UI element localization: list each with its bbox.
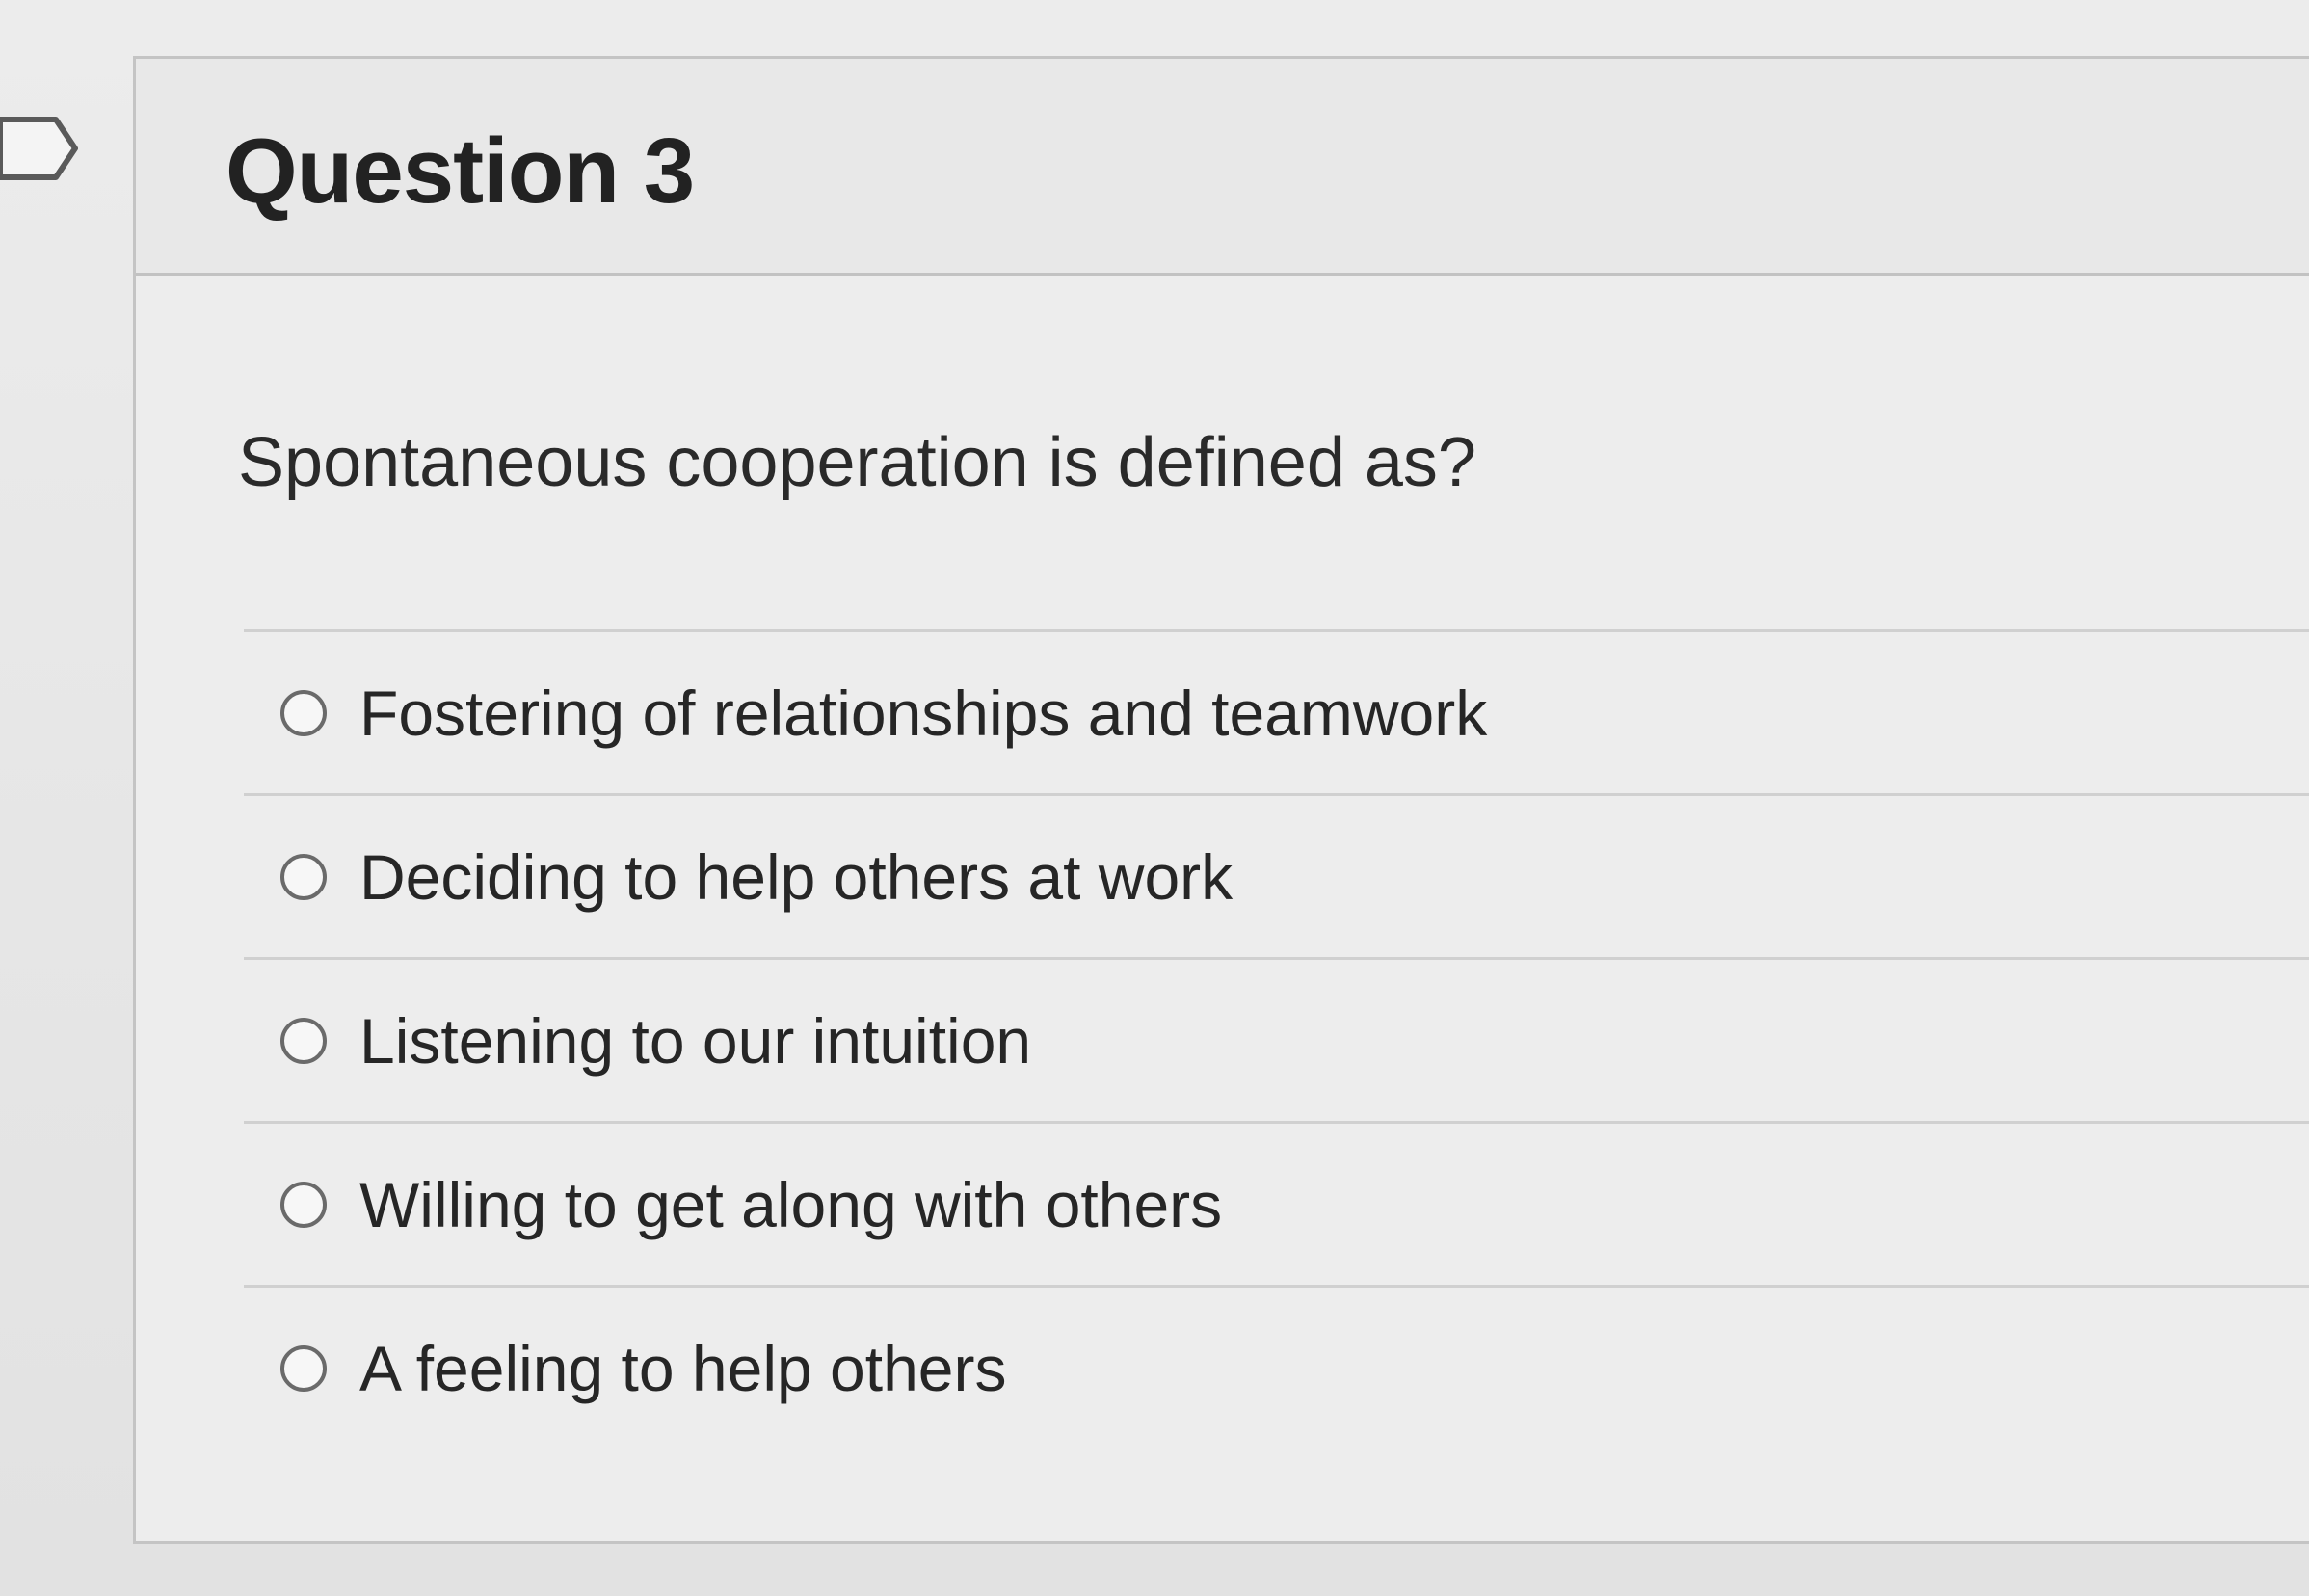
answer-label[interactable]: Willing to get along with others: [359, 1168, 1222, 1241]
question-prompt: Spontaneous cooperation is defined as?: [238, 424, 1476, 501]
answer-label[interactable]: Deciding to help others at work: [359, 840, 1233, 914]
question-title: Question 3: [226, 120, 695, 223]
quiz-screen: Question 3 Spontaneous cooperation is de…: [0, 0, 2309, 1596]
answer-option[interactable]: Willing to get along with others: [244, 1121, 2309, 1285]
bookmark-flag-icon[interactable]: [0, 114, 81, 183]
answer-option[interactable]: Deciding to help others at work: [244, 793, 2309, 957]
radio-button-icon[interactable]: [280, 1181, 327, 1228]
answer-label[interactable]: Listening to our intuition: [359, 1004, 1031, 1077]
radio-button-icon[interactable]: [280, 853, 327, 900]
radio-button-icon[interactable]: [280, 689, 327, 736]
radio-button-icon[interactable]: [280, 1344, 327, 1392]
answer-option[interactable]: Fostering of relationships and teamwork: [244, 629, 2309, 793]
question-card: Question 3 Spontaneous cooperation is de…: [133, 56, 2309, 1544]
question-header: Question 3: [136, 59, 2309, 276]
answer-option[interactable]: A feeling to help others: [244, 1285, 2309, 1449]
radio-button-icon[interactable]: [280, 1017, 327, 1064]
answer-list: Fostering of relationships and teamwork …: [244, 629, 2309, 1449]
answer-label[interactable]: A feeling to help others: [359, 1332, 1006, 1405]
answer-label[interactable]: Fostering of relationships and teamwork: [359, 677, 1487, 750]
answer-option[interactable]: Listening to our intuition: [244, 957, 2309, 1121]
